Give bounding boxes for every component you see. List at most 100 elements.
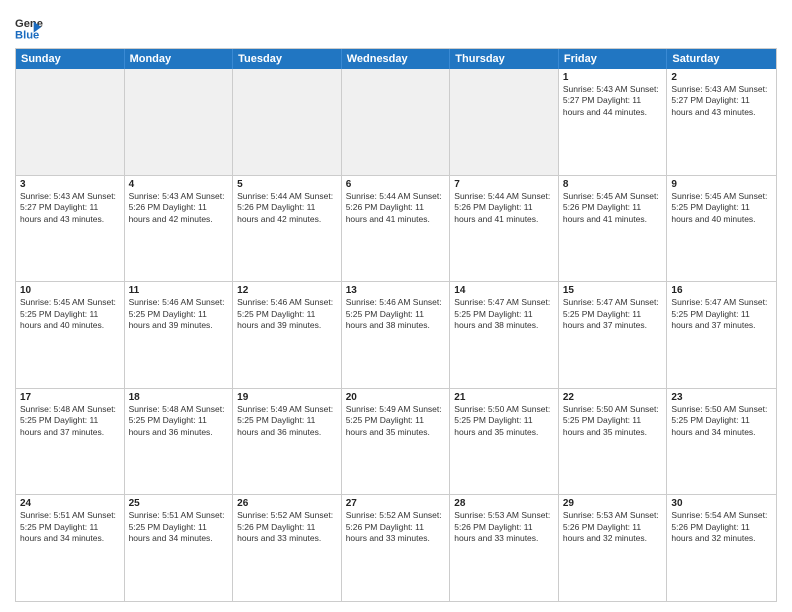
day-info: Sunrise: 5:51 AM Sunset: 5:25 PM Dayligh… bbox=[129, 510, 229, 544]
calendar: SundayMondayTuesdayWednesdayThursdayFrid… bbox=[15, 48, 777, 602]
day-number: 28 bbox=[454, 498, 554, 509]
weekday-header-saturday: Saturday bbox=[667, 49, 776, 69]
day-number: 25 bbox=[129, 498, 229, 509]
calendar-row-0: 1Sunrise: 5:43 AM Sunset: 5:27 PM Daylig… bbox=[16, 69, 776, 175]
day-number: 18 bbox=[129, 392, 229, 403]
calendar-cell: 1Sunrise: 5:43 AM Sunset: 5:27 PM Daylig… bbox=[559, 69, 668, 175]
day-number: 5 bbox=[237, 179, 337, 190]
calendar-cell: 6Sunrise: 5:44 AM Sunset: 5:26 PM Daylig… bbox=[342, 176, 451, 282]
day-number: 11 bbox=[129, 285, 229, 296]
calendar-row-2: 10Sunrise: 5:45 AM Sunset: 5:25 PM Dayli… bbox=[16, 281, 776, 388]
day-info: Sunrise: 5:49 AM Sunset: 5:25 PM Dayligh… bbox=[346, 404, 446, 438]
day-info: Sunrise: 5:52 AM Sunset: 5:26 PM Dayligh… bbox=[237, 510, 337, 544]
day-number: 29 bbox=[563, 498, 663, 509]
calendar-cell bbox=[342, 69, 451, 175]
calendar-cell: 9Sunrise: 5:45 AM Sunset: 5:25 PM Daylig… bbox=[667, 176, 776, 282]
day-number: 12 bbox=[237, 285, 337, 296]
calendar-cell: 25Sunrise: 5:51 AM Sunset: 5:25 PM Dayli… bbox=[125, 495, 234, 601]
day-number: 20 bbox=[346, 392, 446, 403]
day-number: 27 bbox=[346, 498, 446, 509]
day-number: 23 bbox=[671, 392, 772, 403]
day-info: Sunrise: 5:48 AM Sunset: 5:25 PM Dayligh… bbox=[129, 404, 229, 438]
day-number: 24 bbox=[20, 498, 120, 509]
calendar-cell: 19Sunrise: 5:49 AM Sunset: 5:25 PM Dayli… bbox=[233, 389, 342, 495]
day-info: Sunrise: 5:45 AM Sunset: 5:26 PM Dayligh… bbox=[563, 191, 663, 225]
calendar-header: SundayMondayTuesdayWednesdayThursdayFrid… bbox=[16, 49, 776, 69]
calendar-cell: 30Sunrise: 5:54 AM Sunset: 5:26 PM Dayli… bbox=[667, 495, 776, 601]
day-info: Sunrise: 5:51 AM Sunset: 5:25 PM Dayligh… bbox=[20, 510, 120, 544]
calendar-cell: 22Sunrise: 5:50 AM Sunset: 5:25 PM Dayli… bbox=[559, 389, 668, 495]
calendar-cell: 5Sunrise: 5:44 AM Sunset: 5:26 PM Daylig… bbox=[233, 176, 342, 282]
day-info: Sunrise: 5:50 AM Sunset: 5:25 PM Dayligh… bbox=[454, 404, 554, 438]
calendar-cell: 8Sunrise: 5:45 AM Sunset: 5:26 PM Daylig… bbox=[559, 176, 668, 282]
day-info: Sunrise: 5:48 AM Sunset: 5:25 PM Dayligh… bbox=[20, 404, 120, 438]
weekday-header-tuesday: Tuesday bbox=[233, 49, 342, 69]
calendar-cell: 26Sunrise: 5:52 AM Sunset: 5:26 PM Dayli… bbox=[233, 495, 342, 601]
day-info: Sunrise: 5:45 AM Sunset: 5:25 PM Dayligh… bbox=[20, 297, 120, 331]
day-info: Sunrise: 5:46 AM Sunset: 5:25 PM Dayligh… bbox=[129, 297, 229, 331]
calendar-cell: 13Sunrise: 5:46 AM Sunset: 5:25 PM Dayli… bbox=[342, 282, 451, 388]
day-info: Sunrise: 5:43 AM Sunset: 5:26 PM Dayligh… bbox=[129, 191, 229, 225]
weekday-header-monday: Monday bbox=[125, 49, 234, 69]
day-number: 15 bbox=[563, 285, 663, 296]
weekday-header-wednesday: Wednesday bbox=[342, 49, 451, 69]
page: General Blue SundayMondayTuesdayWednesda… bbox=[0, 0, 792, 612]
day-number: 16 bbox=[671, 285, 772, 296]
day-info: Sunrise: 5:44 AM Sunset: 5:26 PM Dayligh… bbox=[454, 191, 554, 225]
day-number: 2 bbox=[671, 72, 772, 83]
day-number: 14 bbox=[454, 285, 554, 296]
calendar-cell: 14Sunrise: 5:47 AM Sunset: 5:25 PM Dayli… bbox=[450, 282, 559, 388]
header: General Blue bbox=[15, 10, 777, 42]
day-number: 4 bbox=[129, 179, 229, 190]
calendar-cell bbox=[125, 69, 234, 175]
day-info: Sunrise: 5:44 AM Sunset: 5:26 PM Dayligh… bbox=[346, 191, 446, 225]
calendar-cell: 7Sunrise: 5:44 AM Sunset: 5:26 PM Daylig… bbox=[450, 176, 559, 282]
calendar-cell: 28Sunrise: 5:53 AM Sunset: 5:26 PM Dayli… bbox=[450, 495, 559, 601]
day-number: 22 bbox=[563, 392, 663, 403]
day-number: 30 bbox=[671, 498, 772, 509]
calendar-cell bbox=[233, 69, 342, 175]
day-info: Sunrise: 5:45 AM Sunset: 5:25 PM Dayligh… bbox=[671, 191, 772, 225]
calendar-cell: 20Sunrise: 5:49 AM Sunset: 5:25 PM Dayli… bbox=[342, 389, 451, 495]
weekday-header-thursday: Thursday bbox=[450, 49, 559, 69]
calendar-cell: 12Sunrise: 5:46 AM Sunset: 5:25 PM Dayli… bbox=[233, 282, 342, 388]
calendar-cell: 15Sunrise: 5:47 AM Sunset: 5:25 PM Dayli… bbox=[559, 282, 668, 388]
calendar-row-3: 17Sunrise: 5:48 AM Sunset: 5:25 PM Dayli… bbox=[16, 388, 776, 495]
day-info: Sunrise: 5:43 AM Sunset: 5:27 PM Dayligh… bbox=[671, 84, 772, 118]
day-info: Sunrise: 5:47 AM Sunset: 5:25 PM Dayligh… bbox=[671, 297, 772, 331]
logo-icon: General Blue bbox=[15, 14, 43, 42]
day-info: Sunrise: 5:43 AM Sunset: 5:27 PM Dayligh… bbox=[20, 191, 120, 225]
day-info: Sunrise: 5:46 AM Sunset: 5:25 PM Dayligh… bbox=[346, 297, 446, 331]
day-number: 17 bbox=[20, 392, 120, 403]
day-number: 7 bbox=[454, 179, 554, 190]
calendar-cell: 23Sunrise: 5:50 AM Sunset: 5:25 PM Dayli… bbox=[667, 389, 776, 495]
day-number: 26 bbox=[237, 498, 337, 509]
day-number: 1 bbox=[563, 72, 663, 83]
day-info: Sunrise: 5:52 AM Sunset: 5:26 PM Dayligh… bbox=[346, 510, 446, 544]
logo: General Blue bbox=[15, 14, 43, 42]
day-number: 19 bbox=[237, 392, 337, 403]
calendar-cell: 3Sunrise: 5:43 AM Sunset: 5:27 PM Daylig… bbox=[16, 176, 125, 282]
calendar-body: 1Sunrise: 5:43 AM Sunset: 5:27 PM Daylig… bbox=[16, 69, 776, 601]
day-info: Sunrise: 5:50 AM Sunset: 5:25 PM Dayligh… bbox=[563, 404, 663, 438]
day-info: Sunrise: 5:44 AM Sunset: 5:26 PM Dayligh… bbox=[237, 191, 337, 225]
day-info: Sunrise: 5:43 AM Sunset: 5:27 PM Dayligh… bbox=[563, 84, 663, 118]
calendar-cell: 11Sunrise: 5:46 AM Sunset: 5:25 PM Dayli… bbox=[125, 282, 234, 388]
day-number: 10 bbox=[20, 285, 120, 296]
calendar-cell bbox=[16, 69, 125, 175]
calendar-cell: 2Sunrise: 5:43 AM Sunset: 5:27 PM Daylig… bbox=[667, 69, 776, 175]
day-info: Sunrise: 5:53 AM Sunset: 5:26 PM Dayligh… bbox=[454, 510, 554, 544]
calendar-cell: 21Sunrise: 5:50 AM Sunset: 5:25 PM Dayli… bbox=[450, 389, 559, 495]
weekday-header-friday: Friday bbox=[559, 49, 668, 69]
day-info: Sunrise: 5:54 AM Sunset: 5:26 PM Dayligh… bbox=[671, 510, 772, 544]
calendar-row-1: 3Sunrise: 5:43 AM Sunset: 5:27 PM Daylig… bbox=[16, 175, 776, 282]
day-info: Sunrise: 5:47 AM Sunset: 5:25 PM Dayligh… bbox=[454, 297, 554, 331]
day-number: 9 bbox=[671, 179, 772, 190]
calendar-cell: 24Sunrise: 5:51 AM Sunset: 5:25 PM Dayli… bbox=[16, 495, 125, 601]
calendar-cell: 27Sunrise: 5:52 AM Sunset: 5:26 PM Dayli… bbox=[342, 495, 451, 601]
day-info: Sunrise: 5:46 AM Sunset: 5:25 PM Dayligh… bbox=[237, 297, 337, 331]
day-number: 21 bbox=[454, 392, 554, 403]
day-info: Sunrise: 5:47 AM Sunset: 5:25 PM Dayligh… bbox=[563, 297, 663, 331]
day-info: Sunrise: 5:53 AM Sunset: 5:26 PM Dayligh… bbox=[563, 510, 663, 544]
calendar-cell: 29Sunrise: 5:53 AM Sunset: 5:26 PM Dayli… bbox=[559, 495, 668, 601]
